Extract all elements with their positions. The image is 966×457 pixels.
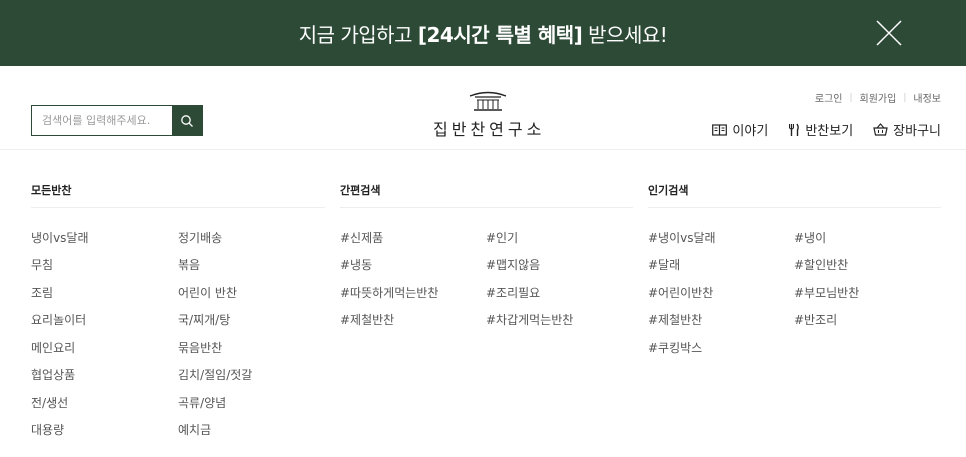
category-menu: 모든반찬 냉이vs달래 무침 조림 요리놀이터 메인요리 협업상품 전/생선 대… bbox=[0, 150, 966, 457]
site-logo[interactable]: 집반찬연구소 bbox=[433, 90, 543, 140]
utensils-icon bbox=[789, 123, 800, 136]
nav-story-label: 이야기 bbox=[732, 124, 769, 139]
tag-item[interactable]: #냉동 bbox=[340, 256, 372, 273]
menu-column-all: 모든반찬 냉이vs달래 무침 조림 요리놀이터 메인요리 협업상품 전/생선 대… bbox=[31, 180, 325, 437]
my-info-link[interactable]: 내정보 bbox=[913, 90, 941, 105]
menu-column-title: 인기검색 bbox=[648, 180, 941, 208]
promo-text-before: 지금 가입하고 bbox=[298, 22, 418, 47]
search-input[interactable] bbox=[32, 106, 172, 135]
tag-item[interactable]: #부모님반찬 bbox=[794, 284, 859, 301]
tag-item[interactable]: #냉이 bbox=[794, 229, 826, 246]
tag-item[interactable]: #제철반찬 bbox=[340, 311, 394, 328]
nav-products-label: 반찬보기 bbox=[805, 124, 854, 139]
menu-item[interactable]: 곡류/양념 bbox=[178, 394, 226, 411]
divider: | bbox=[903, 92, 907, 103]
menu-item[interactable]: 예치금 bbox=[178, 421, 211, 438]
menu-item[interactable]: 요리놀이터 bbox=[31, 311, 86, 328]
promo-text-bold: [24시간 특별 혜택] bbox=[417, 22, 583, 47]
menu-column-title: 간편검색 bbox=[340, 180, 633, 208]
basket-icon bbox=[873, 123, 888, 136]
tag-item[interactable]: #할인반찬 bbox=[794, 256, 848, 273]
menu-item[interactable]: 메인요리 bbox=[31, 339, 75, 356]
close-icon[interactable] bbox=[872, 16, 906, 50]
divider: | bbox=[849, 92, 853, 103]
nav-story[interactable]: 이야기 bbox=[712, 120, 768, 139]
menu-item[interactable]: 정기배송 bbox=[178, 229, 222, 246]
search-button[interactable] bbox=[172, 106, 202, 135]
menu-column-quick-search: 간편검색 #신제품 #냉동 #따뜻하게먹는반찬 #제철반찬 #인기 #맵지않음 … bbox=[340, 180, 633, 327]
tag-item[interactable]: #쿠킹박스 bbox=[648, 339, 702, 356]
tag-item[interactable]: #따뜻하게먹는반찬 bbox=[340, 284, 438, 301]
tag-item[interactable]: #인기 bbox=[486, 229, 518, 246]
signup-link[interactable]: 회원가입 bbox=[860, 90, 897, 105]
login-link[interactable]: 로그인 bbox=[815, 90, 843, 105]
menu-item[interactable]: 조림 bbox=[31, 284, 53, 301]
menu-item[interactable]: 볶음 bbox=[178, 256, 200, 273]
menu-item[interactable]: 대용량 bbox=[31, 421, 64, 438]
tag-item[interactable]: #반조리 bbox=[794, 311, 837, 328]
promo-text-after: 받으세요! bbox=[582, 22, 668, 47]
tag-item[interactable]: #냉이vs달래 bbox=[648, 229, 716, 246]
tag-item[interactable]: #신제품 bbox=[340, 229, 383, 246]
menu-item[interactable]: 냉이vs달래 bbox=[31, 229, 89, 246]
menu-column-title: 모든반찬 bbox=[31, 180, 325, 208]
tag-item[interactable]: #차갑게먹는반찬 bbox=[486, 311, 573, 328]
nav-products[interactable]: 반찬보기 bbox=[788, 120, 853, 139]
tag-item[interactable]: #달래 bbox=[648, 256, 680, 273]
menu-item[interactable]: 협업상품 bbox=[31, 366, 75, 383]
menu-column-popular-search: 인기검색 #냉이vs달래 #달래 #어린이반찬 #제철반찬 #쿠킹박스 #냉이 … bbox=[648, 180, 941, 355]
promo-banner-text[interactable]: 지금 가입하고 [24시간 특별 혜택] 받으세요! bbox=[299, 19, 668, 48]
main-nav: 이야기 반찬보기 장바구니 bbox=[712, 120, 941, 139]
menu-item[interactable]: 전/생선 bbox=[31, 394, 68, 411]
menu-item[interactable]: 무침 bbox=[31, 256, 53, 273]
nav-cart-label: 장바구니 bbox=[893, 124, 941, 139]
logo-text: 집반찬연구소 bbox=[433, 120, 546, 139]
book-icon bbox=[712, 123, 728, 136]
utility-links: 로그인 | 회원가입 | 내정보 bbox=[815, 90, 941, 106]
nav-cart[interactable]: 장바구니 bbox=[873, 120, 941, 139]
menu-item[interactable]: 김치/절임/젓갈 bbox=[178, 366, 252, 383]
search-bar bbox=[31, 105, 203, 136]
promo-banner: 지금 가입하고 [24시간 특별 혜택] 받으세요! bbox=[0, 0, 966, 66]
menu-item[interactable]: 국/찌개/탕 bbox=[178, 311, 230, 328]
hanok-roof-icon bbox=[469, 91, 507, 111]
tag-item[interactable]: #어린이반찬 bbox=[648, 284, 713, 301]
tag-item[interactable]: #제철반찬 bbox=[648, 311, 702, 328]
search-icon bbox=[181, 114, 193, 127]
tag-item[interactable]: #조리필요 bbox=[486, 284, 540, 301]
menu-item[interactable]: 묶음반찬 bbox=[178, 339, 222, 356]
menu-item[interactable]: 어린이 반찬 bbox=[178, 284, 237, 301]
tag-item[interactable]: #맵지않음 bbox=[486, 256, 540, 273]
site-header: 집반찬연구소 로그인 | 회원가입 | 내정보 이야기 bbox=[0, 66, 966, 150]
